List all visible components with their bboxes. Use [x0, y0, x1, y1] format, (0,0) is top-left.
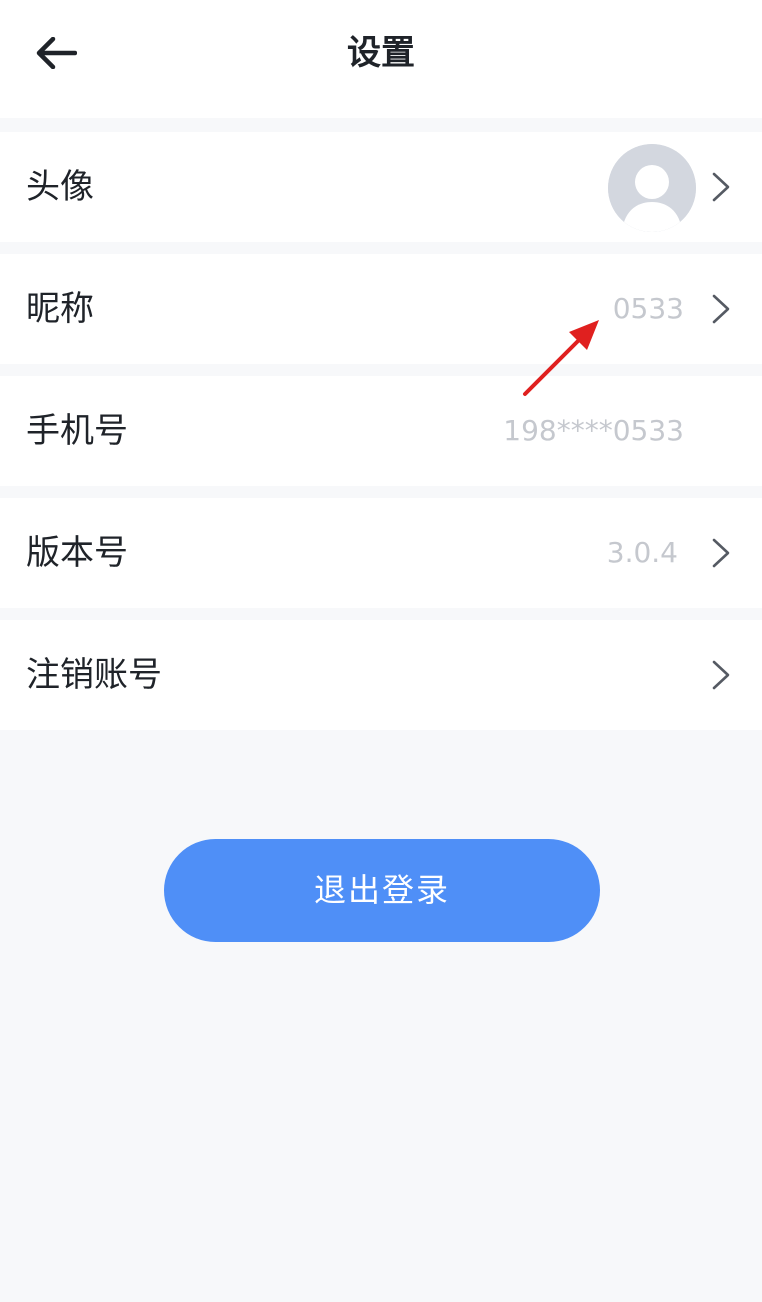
- settings-row-nickname[interactable]: 昵称 0533: [0, 254, 762, 364]
- settings-row-delete-account[interactable]: 注销账号: [0, 620, 762, 730]
- chevron-right-icon: [712, 172, 730, 202]
- settings-row-avatar[interactable]: 头像: [0, 132, 762, 242]
- row-label-nickname: 昵称: [26, 289, 94, 329]
- row-label-version: 版本号: [26, 533, 128, 573]
- chevron-right-icon: [712, 538, 730, 568]
- settings-row-phone: 手机号 198****0533: [0, 376, 762, 486]
- chevron-right-icon: [712, 660, 730, 690]
- row-label-phone: 手机号: [26, 411, 128, 451]
- logout-button[interactable]: 退出登录: [164, 839, 600, 942]
- version-value: 3.0.4: [606, 536, 678, 569]
- page-title: 设置: [347, 33, 415, 73]
- row-label-delete-account: 注销账号: [26, 655, 162, 695]
- nickname-value: 0533: [612, 292, 684, 325]
- chevron-right-icon: [712, 294, 730, 324]
- avatar[interactable]: [608, 144, 696, 232]
- header-bar: 设置: [0, 0, 762, 118]
- row-label-avatar: 头像: [26, 167, 94, 207]
- settings-row-version[interactable]: 版本号 3.0.4: [0, 498, 762, 608]
- phone-value: 198****0533: [503, 414, 684, 447]
- default-avatar-icon: [608, 144, 696, 232]
